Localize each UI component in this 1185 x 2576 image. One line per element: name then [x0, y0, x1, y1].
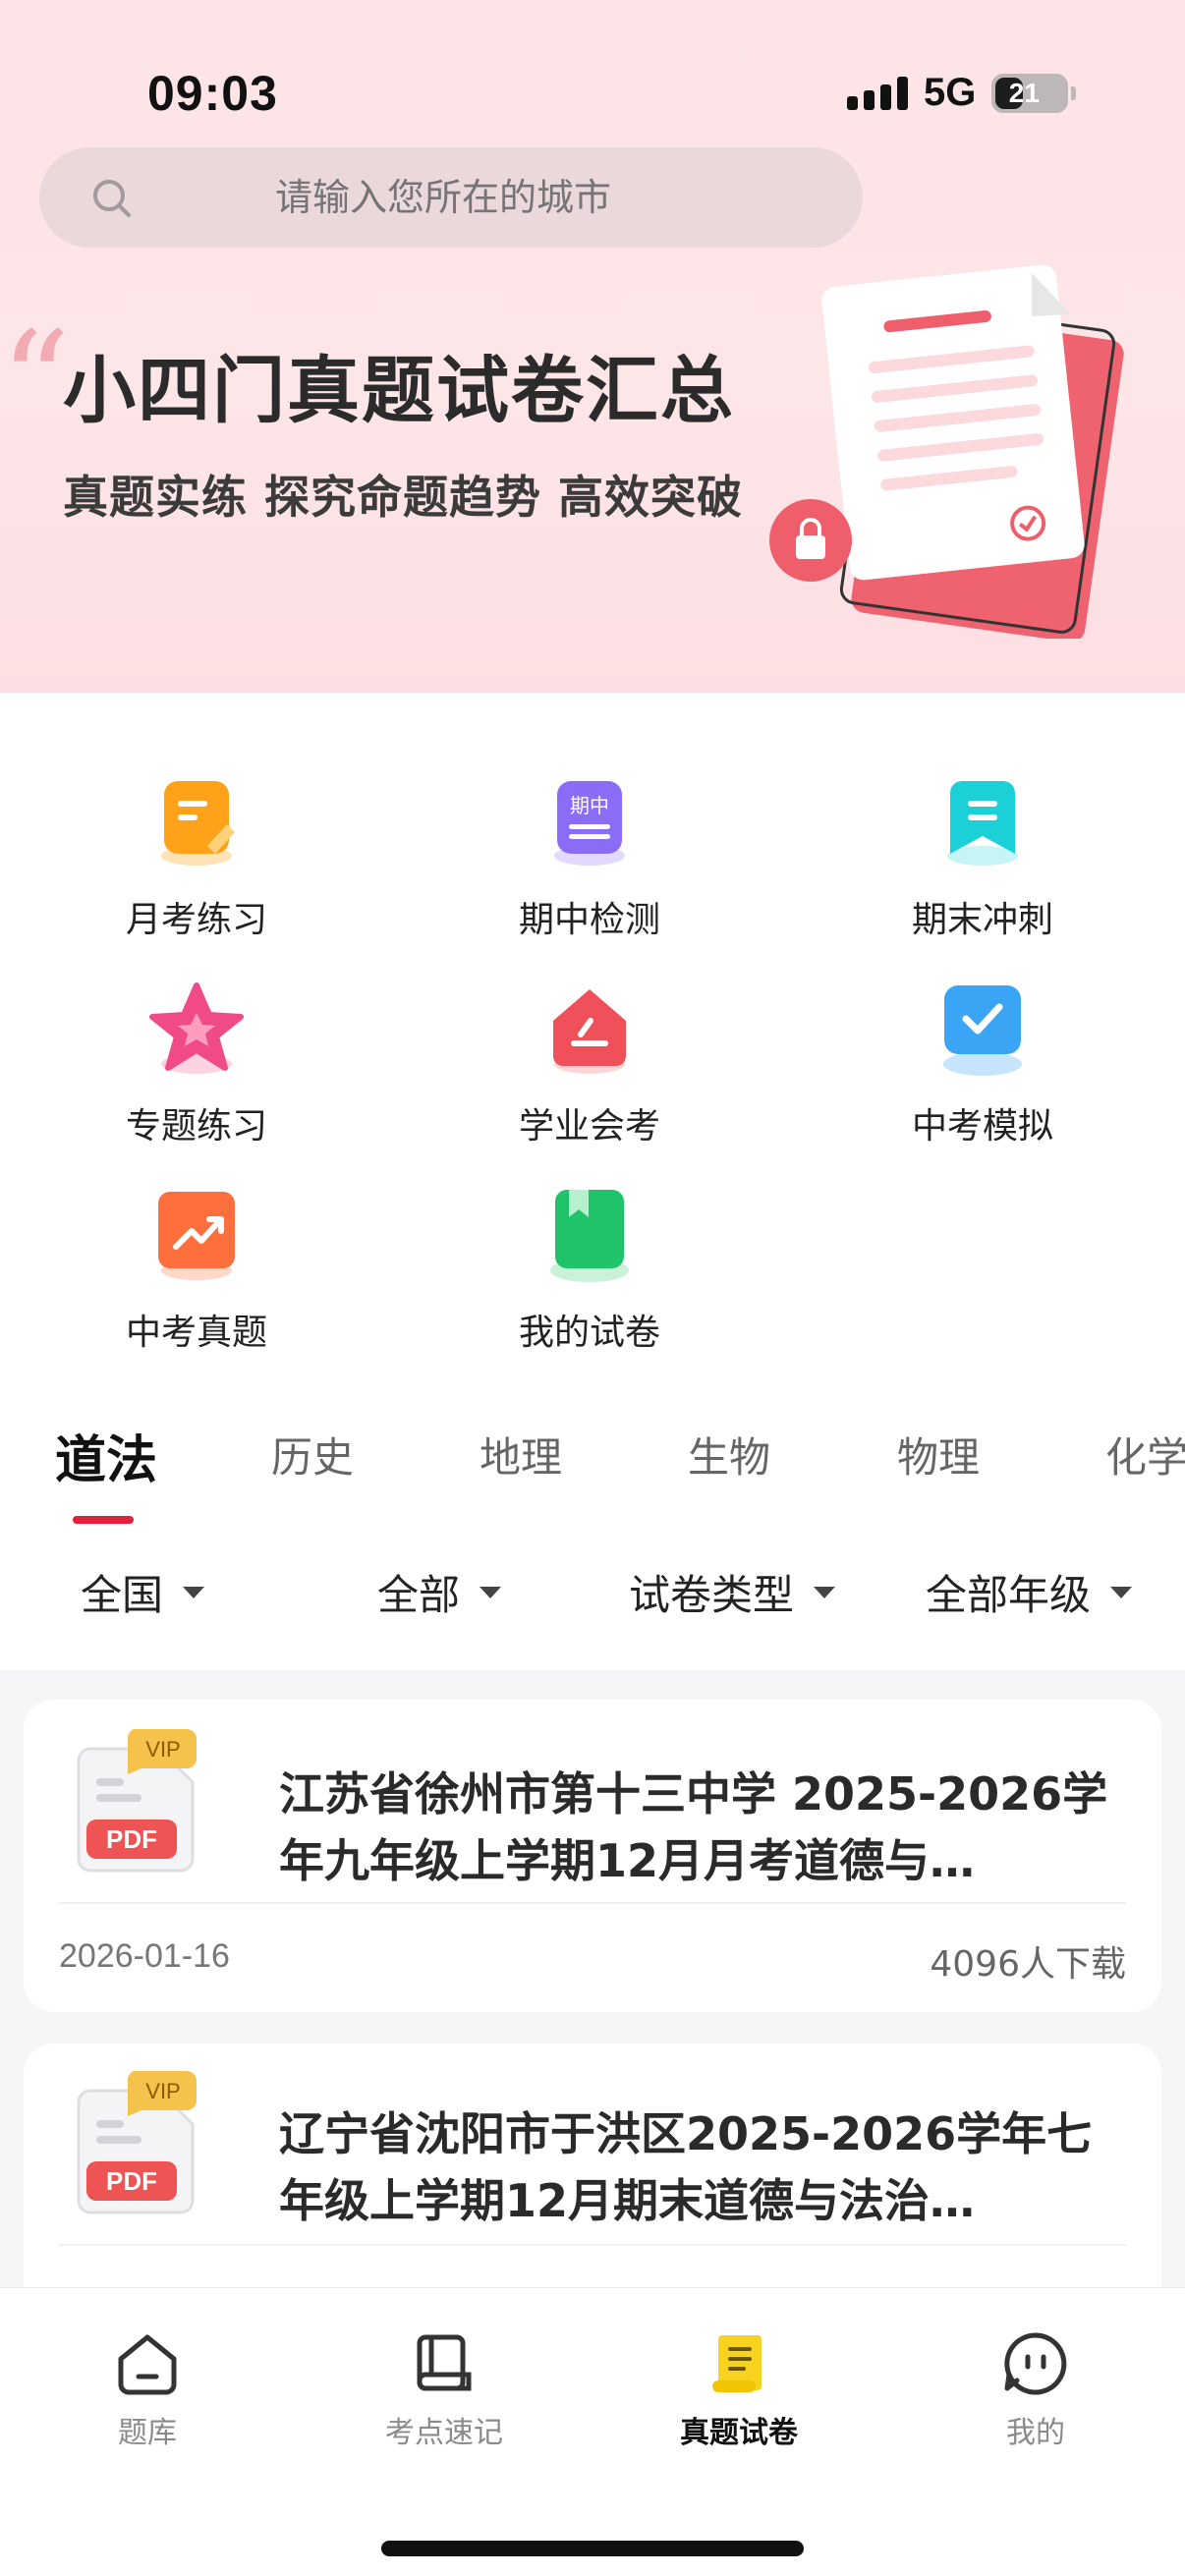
category-label: 学业会考: [518, 1106, 660, 1147]
filter-bar: 全国 全部 试卷类型 全部年级: [0, 1562, 1185, 1641]
pdf-file-icon: PDF VIP: [77, 1729, 197, 1873]
caret-down-icon: [480, 1586, 502, 1598]
category-mock-exam[interactable]: 中考模拟: [855, 978, 1110, 1148]
nav-label: 我的: [1006, 2416, 1065, 2450]
final-sprint-icon: [947, 781, 1018, 866]
svg-text:VIP: VIP: [145, 1737, 180, 1762]
paper-date: 2026-01-16: [59, 1937, 230, 1975]
filter-paper-type[interactable]: 试卷类型: [629, 1562, 836, 1622]
caret-down-icon: [814, 1586, 836, 1598]
filter-label: 试卷类型: [629, 1571, 795, 1619]
svg-text:VIP: VIP: [145, 2079, 180, 2103]
nav-real-papers[interactable]: 真题试卷: [641, 2329, 837, 2451]
bookmark-book-icon: [550, 1190, 629, 1282]
paper-title: 江苏省徐州市第十三中学 2025-2026学年九年级上学期12月月考道德与…: [279, 1767, 1108, 1887]
caret-down-icon: [1110, 1586, 1133, 1598]
paper-title: 辽宁省沈阳市于洪区2025-2026学年七年级上学期12月期末道德与法治…: [279, 2107, 1093, 2227]
app-screen: 09:03 5G 21 “ 小四门真题试卷汇总 真题实练 探究命题趋势 高效突破: [0, 0, 1185, 2576]
active-tab-indicator: [73, 1516, 134, 1524]
card-divider: [59, 1902, 1126, 1904]
nav-key-points[interactable]: 考点速记: [346, 2329, 542, 2451]
bottom-tab-bar: 题库 考点速记 真题试卷 我的: [0, 2287, 1185, 2576]
content-panel: 月考练习 期中 期中检测 期末冲刺 专题练习 学业会考 中考模拟 中考真题 我的…: [0, 693, 1185, 1670]
trend-icon: [158, 1192, 235, 1280]
cellular-signal-icon: [847, 76, 908, 110]
svg-text:PDF: PDF: [106, 1824, 157, 1854]
category-monthly-exam[interactable]: 月考练习: [69, 771, 324, 942]
status-indicators: 5G 21: [847, 71, 1077, 115]
nav-question-bank[interactable]: 题库: [49, 2329, 246, 2451]
midterm-icon: 期中: [554, 781, 625, 866]
category-label: 期中检测: [518, 900, 660, 940]
network-type: 5G: [924, 71, 977, 114]
filter-label: 全部年级: [926, 1571, 1092, 1619]
quote-decoration: “: [0, 303, 71, 463]
category-zhongkao-real[interactable]: 中考真题: [69, 1184, 324, 1355]
filter-label: 全国: [81, 1571, 164, 1619]
category-label: 我的试卷: [518, 1313, 660, 1353]
city-search-bar[interactable]: [39, 147, 863, 248]
category-topic-practice[interactable]: 专题练习: [69, 978, 324, 1148]
pdf-file-icon: PDF VIP: [77, 2071, 197, 2214]
svg-text:PDF: PDF: [106, 2166, 157, 2196]
filter-label: 全部: [377, 1571, 461, 1619]
city-search-input[interactable]: [275, 147, 825, 248]
monthly-exam-icon: [161, 781, 235, 866]
filter-region[interactable]: 全国: [81, 1562, 205, 1622]
filter-all[interactable]: 全部: [377, 1562, 502, 1622]
category-label: 期末冲刺: [911, 900, 1053, 940]
banner-subtitle: 真题实练 探究命题趋势 高效突破: [63, 471, 744, 524]
academic-exam-icon: [553, 989, 626, 1074]
category-midterm[interactable]: 期中 期中检测: [462, 771, 717, 942]
card-divider: [59, 2244, 1126, 2246]
exam-paper-illustration: [769, 265, 1124, 639]
category-label: 中考真题: [125, 1313, 267, 1353]
category-final-sprint[interactable]: 期末冲刺: [855, 771, 1110, 942]
tab-daofa[interactable]: 道法: [55, 1419, 157, 1492]
category-my-papers[interactable]: 我的试卷: [462, 1184, 717, 1355]
scroll-icon: [712, 2335, 762, 2392]
category-label: 专题练习: [125, 1106, 267, 1147]
home-icon: [118, 2334, 177, 2395]
nav-label: 题库: [118, 2416, 177, 2450]
battery-level: 21: [1008, 77, 1040, 108]
profile-face-icon: [1004, 2332, 1067, 2395]
tab-chemistry[interactable]: 化学: [1105, 1425, 1185, 1484]
paper-card[interactable]: PDF VIP 江苏省徐州市第十三中学 2025-2026学年九年级上学期12月…: [24, 1700, 1161, 2012]
tab-physics[interactable]: 物理: [897, 1425, 980, 1484]
filter-grade[interactable]: 全部年级: [926, 1562, 1133, 1622]
nav-label: 真题试卷: [680, 2416, 798, 2450]
star-icon: [149, 982, 244, 1074]
tab-history[interactable]: 历史: [271, 1425, 354, 1484]
tab-biology[interactable]: 生物: [688, 1425, 770, 1484]
book-icon: [417, 2334, 472, 2391]
mock-exam-icon: [943, 985, 1022, 1076]
tab-geography[interactable]: 地理: [480, 1425, 562, 1484]
hero-header: 09:03 5G 21 “ 小四门真题试卷汇总 真题实练 探究命题趋势 高效突破: [0, 0, 1185, 693]
status-time: 09:03: [147, 66, 278, 121]
search-icon: [93, 180, 131, 217]
nav-label: 考点速记: [385, 2416, 503, 2450]
category-academic-exam[interactable]: 学业会考: [462, 978, 717, 1148]
svg-text:期中: 期中: [570, 794, 609, 817]
battery-icon: 21: [991, 73, 1077, 113]
category-label: 中考模拟: [911, 1106, 1053, 1147]
banner-title: 小四门真题试卷汇总: [63, 349, 735, 433]
nav-profile[interactable]: 我的: [937, 2329, 1134, 2451]
home-indicator: [381, 2541, 804, 2556]
category-label: 月考练习: [125, 900, 267, 940]
caret-down-icon: [183, 1586, 205, 1598]
subject-tabs: 道法 历史 地理 生物 物理 化学: [0, 1425, 1185, 1513]
paper-downloads: 4096人下载: [930, 1944, 1126, 1985]
